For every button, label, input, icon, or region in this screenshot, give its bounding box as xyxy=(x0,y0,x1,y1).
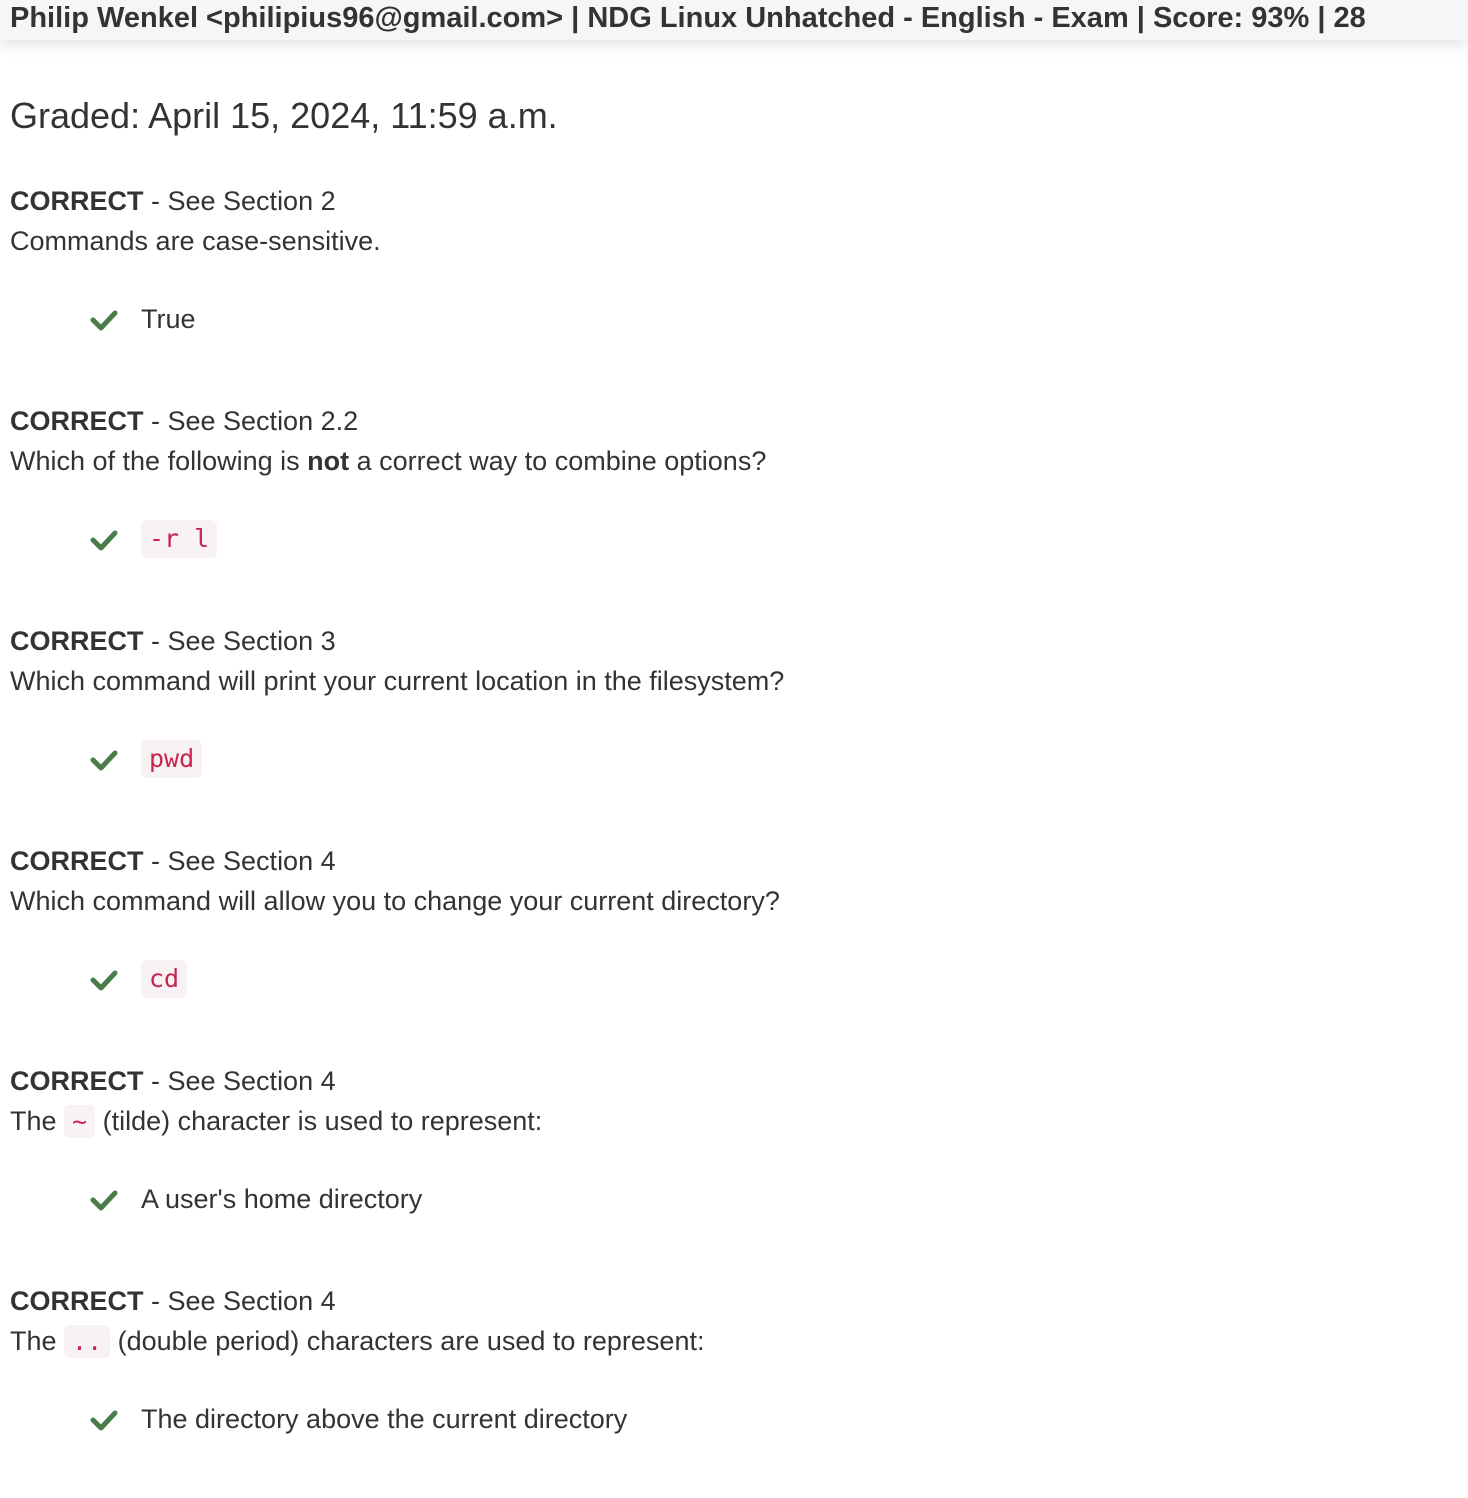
section-reference: - See Section 4 xyxy=(143,846,336,876)
question-text-part: Which of the following is xyxy=(10,446,308,476)
answer-text: The directory above the current director… xyxy=(141,1404,628,1434)
checkmark-icon xyxy=(90,750,118,771)
answer-code: pwd xyxy=(141,740,203,778)
question-6: CORRECT - See Section 4 The .. (double p… xyxy=(10,1284,1410,1434)
question-text: Which command will allow you to change y… xyxy=(10,886,780,916)
status-label: CORRECT xyxy=(10,846,144,876)
question-text-part: a correct way to combine options? xyxy=(349,446,767,476)
answer-text: True xyxy=(141,304,196,334)
question-1: CORRECT - See Section 2 Commands are cas… xyxy=(10,184,1410,334)
section-reference: - See Section 4 xyxy=(143,1066,336,1096)
inline-code: .. xyxy=(64,1325,111,1358)
question-header: CORRECT - See Section 4 xyxy=(10,844,1410,884)
question-text: Which command will print your current lo… xyxy=(10,666,785,696)
status-label: CORRECT xyxy=(10,1066,144,1096)
question-text-part: (double period) characters are used to r… xyxy=(110,1326,705,1356)
question-header: CORRECT - See Section 3 xyxy=(10,624,1410,664)
checkmark-icon xyxy=(90,310,118,331)
question-4: CORRECT - See Section 4 Which command wi… xyxy=(10,844,1410,998)
section-reference: - See Section 4 xyxy=(143,1286,336,1316)
checkmark-icon xyxy=(90,1190,118,1211)
section-reference: - See Section 3 xyxy=(143,626,336,656)
checkmark-icon xyxy=(90,970,118,991)
question-5: CORRECT - See Section 4 The ~ (tilde) ch… xyxy=(10,1064,1410,1214)
graded-timestamp: Graded: April 15, 2024, 11:59 a.m. xyxy=(10,95,558,136)
status-label: CORRECT xyxy=(10,186,144,216)
inline-code: ~ xyxy=(64,1105,96,1138)
question-text-part: (tilde) character is used to represent: xyxy=(95,1106,543,1136)
question-emphasis: not xyxy=(307,446,350,476)
question-text-part: The xyxy=(10,1106,65,1136)
question-text: Commands are case-sensitive. xyxy=(10,226,381,256)
checkmark-icon xyxy=(90,530,118,551)
status-label: CORRECT xyxy=(10,406,144,436)
checkmark-icon xyxy=(90,1410,118,1431)
answer-code: -r l xyxy=(141,520,218,558)
exam-title: Philip Wenkel <philipius96@gmail.com> | … xyxy=(10,2,1366,34)
question-header: CORRECT - See Section 4 xyxy=(10,1284,1410,1324)
question-header: CORRECT - See Section 4 xyxy=(10,1064,1410,1104)
question-text: Which of the following is not a correct … xyxy=(10,444,1410,484)
section-reference: - See Section 2 xyxy=(143,186,336,216)
answer-text: A user's home directory xyxy=(141,1184,423,1214)
status-label: CORRECT xyxy=(10,626,144,656)
question-2: CORRECT - See Section 2.2 Which of the f… xyxy=(10,404,1410,558)
question-header: CORRECT - See Section 2.2 xyxy=(10,404,1410,444)
status-label: CORRECT xyxy=(10,1286,144,1316)
question-header: CORRECT - See Section 2 xyxy=(10,184,1410,224)
page-header: Philip Wenkel <philipius96@gmail.com> | … xyxy=(0,0,1468,40)
question-text-part: The xyxy=(10,1326,65,1356)
answer-code: cd xyxy=(141,960,188,998)
question-3: CORRECT - See Section 3 Which command wi… xyxy=(10,624,1410,778)
section-reference: - See Section 2.2 xyxy=(143,406,359,436)
question-text: The .. (double period) characters are us… xyxy=(10,1324,1410,1364)
question-text: The ~ (tilde) character is used to repre… xyxy=(10,1104,1410,1144)
